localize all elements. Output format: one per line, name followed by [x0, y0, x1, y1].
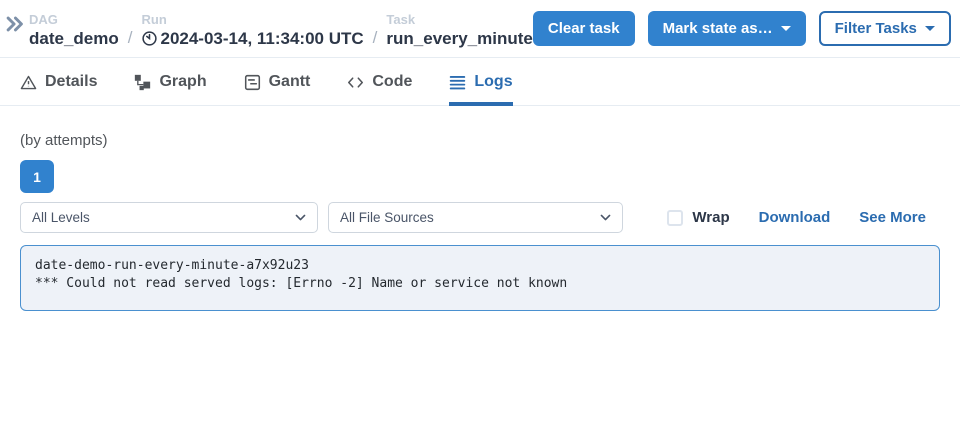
- log-level-value: All Levels: [32, 210, 90, 225]
- attempt-1-button[interactable]: 1: [20, 160, 54, 193]
- dag-name: date_demo: [29, 28, 119, 50]
- code-brackets-icon: [347, 74, 364, 91]
- filter-tasks-label: Filter Tasks: [835, 20, 917, 37]
- wrap-toggle[interactable]: Wrap: [667, 209, 729, 226]
- tab-logs[interactable]: Logs: [449, 73, 512, 106]
- breadcrumb-dag[interactable]: DAG date_demo: [29, 12, 119, 50]
- clear-task-button[interactable]: Clear task: [533, 11, 635, 46]
- tab-label: Gantt: [269, 73, 311, 91]
- task-label: Task: [386, 12, 532, 28]
- filter-tasks-button[interactable]: Filter Tasks: [819, 11, 951, 46]
- breadcrumb-separator: /: [128, 28, 133, 50]
- tab-label: Graph: [159, 73, 206, 91]
- clock-icon: [141, 30, 158, 47]
- file-source-value: All File Sources: [340, 210, 434, 225]
- task-name: run_every_minute: [386, 28, 532, 50]
- tab-graph[interactable]: Graph: [134, 73, 206, 106]
- log-line: *** Could not read served logs: [Errno -…: [35, 275, 925, 293]
- wrap-label: Wrap: [692, 209, 729, 226]
- graph-nodes-icon: [134, 74, 151, 91]
- tab-label: Logs: [474, 73, 512, 91]
- gantt-chart-icon: [244, 74, 261, 91]
- log-actions: Wrap Download See More: [667, 209, 940, 226]
- dag-label: DAG: [29, 12, 119, 28]
- breadcrumb: DAG date_demo / Run 2024-03-14, 11:34:00…: [29, 12, 533, 50]
- logs-panel: (by attempts) 1 All Levels All File Sour…: [0, 132, 960, 311]
- download-link[interactable]: Download: [759, 209, 831, 226]
- tab-details[interactable]: Details: [20, 73, 97, 106]
- breadcrumb-separator: /: [373, 28, 378, 50]
- breadcrumb-task[interactable]: Task run_every_minute: [386, 12, 532, 50]
- run-timestamp: 2024-03-14, 11:34:00 UTC: [160, 28, 363, 50]
- log-filter-row: All Levels All File Sources Wrap Downloa…: [20, 202, 940, 233]
- tab-gantt[interactable]: Gantt: [244, 73, 311, 106]
- run-value: 2024-03-14, 11:34:00 UTC: [141, 28, 363, 50]
- tab-code[interactable]: Code: [347, 73, 412, 106]
- task-instance-header: DAG date_demo / Run 2024-03-14, 11:34:00…: [0, 0, 960, 58]
- double-chevron-right-icon[interactable]: [4, 13, 26, 35]
- log-level-select[interactable]: All Levels: [20, 202, 318, 233]
- caret-down-icon: [925, 26, 935, 31]
- mark-state-as-button[interactable]: Mark state as…: [648, 11, 806, 46]
- tab-bar: Details Graph Gantt Code: [0, 58, 960, 106]
- attempt-selector: 1: [20, 160, 940, 193]
- log-line: date-demo-run-every-minute-a7x92u23: [35, 257, 925, 275]
- log-lines-icon: [449, 74, 466, 91]
- mark-state-as-label: Mark state as…: [663, 20, 773, 37]
- wrap-checkbox[interactable]: [667, 210, 683, 226]
- chevron-down-icon: [599, 211, 612, 224]
- tab-label: Details: [45, 73, 97, 91]
- see-more-link[interactable]: See More: [859, 209, 926, 226]
- file-source-select[interactable]: All File Sources: [328, 202, 623, 233]
- breadcrumb-run[interactable]: Run 2024-03-14, 11:34:00 UTC: [141, 12, 363, 50]
- by-attempts-label: (by attempts): [20, 132, 940, 149]
- header-actions: Clear task Mark state as… Filter Tasks: [533, 11, 951, 46]
- chevron-down-icon: [294, 211, 307, 224]
- run-label: Run: [141, 12, 363, 28]
- log-output[interactable]: date-demo-run-every-minute-a7x92u23 *** …: [20, 245, 940, 311]
- warning-triangle-icon: [20, 74, 37, 91]
- caret-down-icon: [781, 26, 791, 31]
- clear-task-label: Clear task: [548, 20, 620, 37]
- tab-label: Code: [372, 73, 412, 91]
